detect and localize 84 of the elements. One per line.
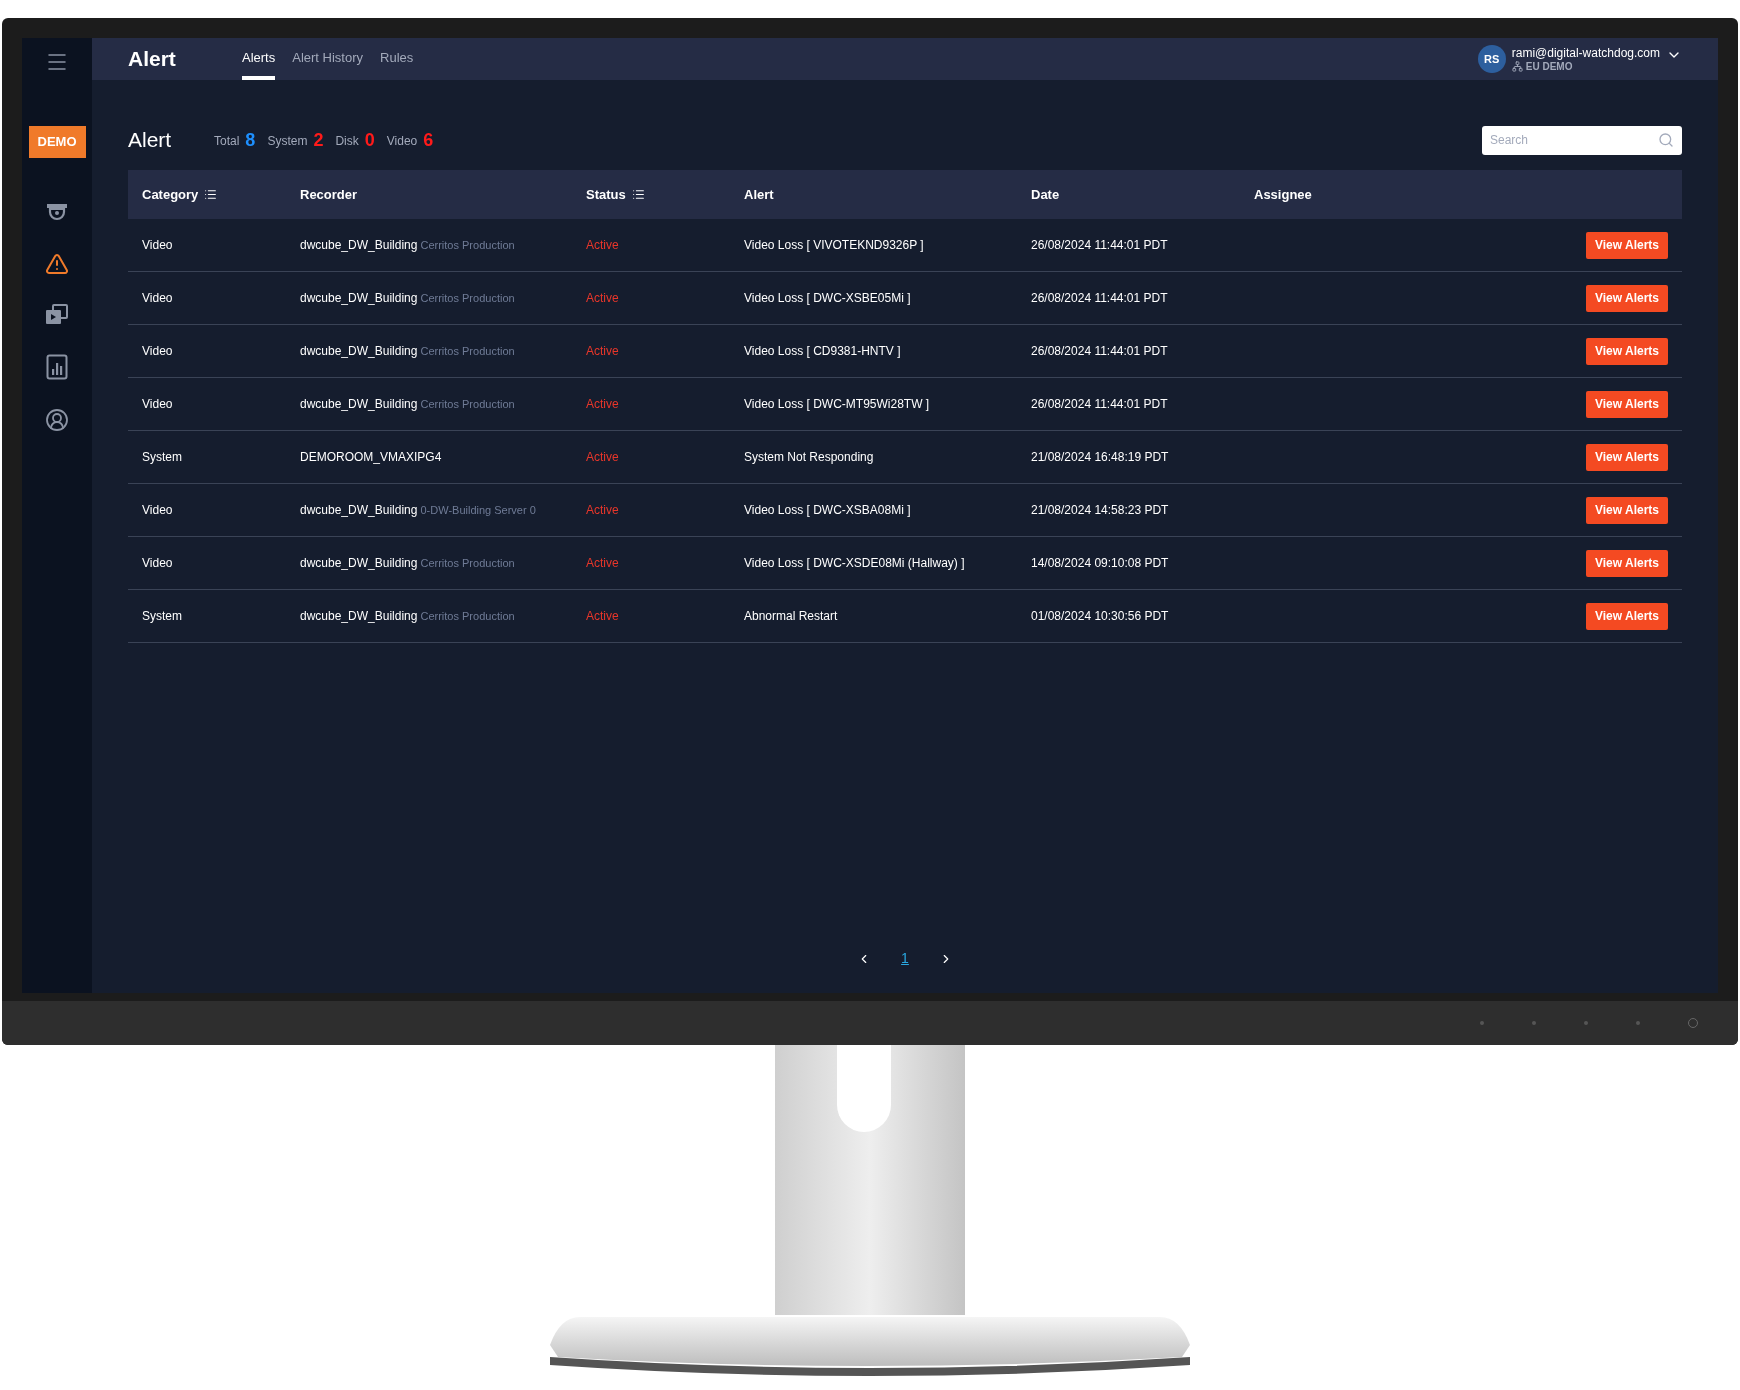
monitor-button-icon: [1636, 1021, 1640, 1025]
view-alerts-button[interactable]: View Alerts: [1585, 231, 1668, 259]
recorder-cell-text: dwcube_DW_Building Cerritos Production: [300, 344, 516, 358]
date-cell-text: 26/08/2024 11:44:01 PDT: [1031, 396, 1169, 413]
count-value: 6: [423, 130, 434, 150]
column-header: Status: [586, 185, 626, 204]
count-label: System: [267, 133, 308, 150]
demo-badge: DEMO: [28, 126, 86, 158]
date-cell-text: 26/08/2024 11:44:01 PDT: [1031, 343, 1169, 360]
alert-cell-text: Video Loss [ DWC-XSBE05Mi ]: [744, 290, 912, 307]
status-cell-text: Active: [586, 396, 620, 413]
count-value: 8: [245, 130, 256, 150]
warning-icon[interactable]: [45, 251, 69, 276]
category-cell-text: Video: [142, 396, 174, 413]
recorder-cell-text: dwcube_DW_Building Cerritos Production: [300, 397, 516, 411]
user-avatar: RS: [1477, 45, 1506, 73]
video-files-icon[interactable]: [45, 303, 69, 326]
alert-cell-text: Abnormal Restart: [744, 608, 839, 625]
view-alerts-button[interactable]: View Alerts: [1585, 337, 1668, 365]
alert-cell-text: Video Loss [ DWC-XSBA08Mi ]: [744, 502, 912, 519]
date-cell-text: 14/08/2024 09:10:08 PDT: [1031, 555, 1170, 572]
monitor-button-icon: [1532, 1021, 1536, 1025]
category-cell-text: Video: [142, 290, 174, 307]
view-alerts-button[interactable]: View Alerts: [1585, 284, 1668, 312]
count-label: Disk: [335, 133, 359, 150]
column-header: Category: [142, 185, 199, 204]
view-alerts-button[interactable]: View Alerts: [1585, 390, 1668, 418]
count-value: 2: [313, 130, 324, 150]
column-header: Assignee: [1254, 185, 1312, 204]
category-cell-text: Video: [142, 555, 174, 572]
column-header: Date: [1031, 185, 1060, 204]
count-value: 0: [364, 130, 375, 150]
status-cell-text: Active: [586, 608, 620, 625]
category-cell-text: Video: [142, 502, 174, 519]
bar-chart-icon[interactable]: [46, 353, 68, 380]
date-cell-text: 21/08/2024 16:48:19 PDT: [1031, 449, 1170, 466]
date-cell-text: 26/08/2024 11:44:01 PDT: [1031, 290, 1169, 307]
tab[interactable]: Alerts: [242, 38, 276, 80]
monitor-button-icon: [1584, 1021, 1588, 1025]
status-cell-text: Active: [586, 449, 620, 466]
recorder-cell-text: dwcube_DW_Building Cerritos Production: [300, 291, 516, 305]
filter-icon[interactable]: [631, 188, 645, 201]
count-label: Video: [386, 133, 418, 150]
category-cell-text: Video: [142, 343, 174, 360]
alert-cell-text: Video Loss [ CD9381-HNTV ]: [744, 343, 902, 360]
tab[interactable]: Rules: [380, 38, 414, 80]
view-alerts-button[interactable]: View Alerts: [1585, 602, 1668, 630]
status-cell-text: Active: [586, 555, 620, 572]
recorder-cell-text: dwcube_DW_Building Cerritos Production: [300, 556, 516, 570]
user-email: rami@digital-watchdog.com: [1511, 45, 1660, 61]
page-link[interactable]: 1: [901, 948, 909, 969]
recorder-cell-text: dwcube_DW_Building 0-DW-Building Server 0: [300, 503, 537, 517]
view-alerts-button[interactable]: View Alerts: [1585, 496, 1668, 524]
page-title: Alert: [128, 127, 173, 154]
site-name: EU DEMO: [1525, 60, 1573, 73]
monitor-button-icon: [1480, 1021, 1484, 1025]
date-cell-text: 01/08/2024 10:30:56 PDT: [1031, 608, 1170, 625]
status-cell-text: Active: [586, 343, 620, 360]
view-alerts-button[interactable]: View Alerts: [1585, 443, 1668, 471]
network-icon: [1511, 61, 1523, 72]
category-cell-text: Video: [142, 237, 174, 254]
search-field[interactable]: Search: [1482, 125, 1682, 155]
recorder-cell-text: dwcube_DW_Building Cerritos Production: [300, 609, 516, 623]
count-label: Total: [214, 133, 240, 150]
category-cell-text: System: [142, 608, 183, 625]
tab[interactable]: Alert History: [292, 38, 364, 80]
category-cell-text: System: [142, 449, 183, 466]
status-cell-text: Active: [586, 237, 620, 254]
user-account-icon[interactable]: [45, 407, 69, 432]
alert-cell-text: Video Loss [ DWC-MT95Wi28TW ]: [744, 396, 931, 413]
alert-cell-text: Video Loss [ DWC-XSDE08Mi (Hallway) ]: [744, 555, 966, 572]
column-header: Alert: [744, 185, 774, 204]
column-header: Recorder: [300, 185, 358, 204]
date-cell-text: 21/08/2024 14:58:23 PDT: [1031, 502, 1170, 519]
recorder-cell-text: DEMOROOM_VMAXIPG4: [300, 450, 443, 464]
view-alerts-button[interactable]: View Alerts: [1585, 549, 1668, 577]
status-cell-text: Active: [586, 290, 620, 307]
recorder-cell-text: dwcube_DW_Building Cerritos Production: [300, 238, 516, 252]
alert-cell-text: System Not Responding: [744, 449, 875, 466]
status-cell-text: Active: [586, 502, 620, 519]
app-title: Alert: [128, 46, 177, 73]
date-cell-text: 26/08/2024 11:44:01 PDT: [1031, 237, 1169, 254]
alert-cell-text: Video Loss [ VIVOTEKND9326P ]: [744, 237, 925, 254]
filter-icon[interactable]: [204, 188, 218, 201]
